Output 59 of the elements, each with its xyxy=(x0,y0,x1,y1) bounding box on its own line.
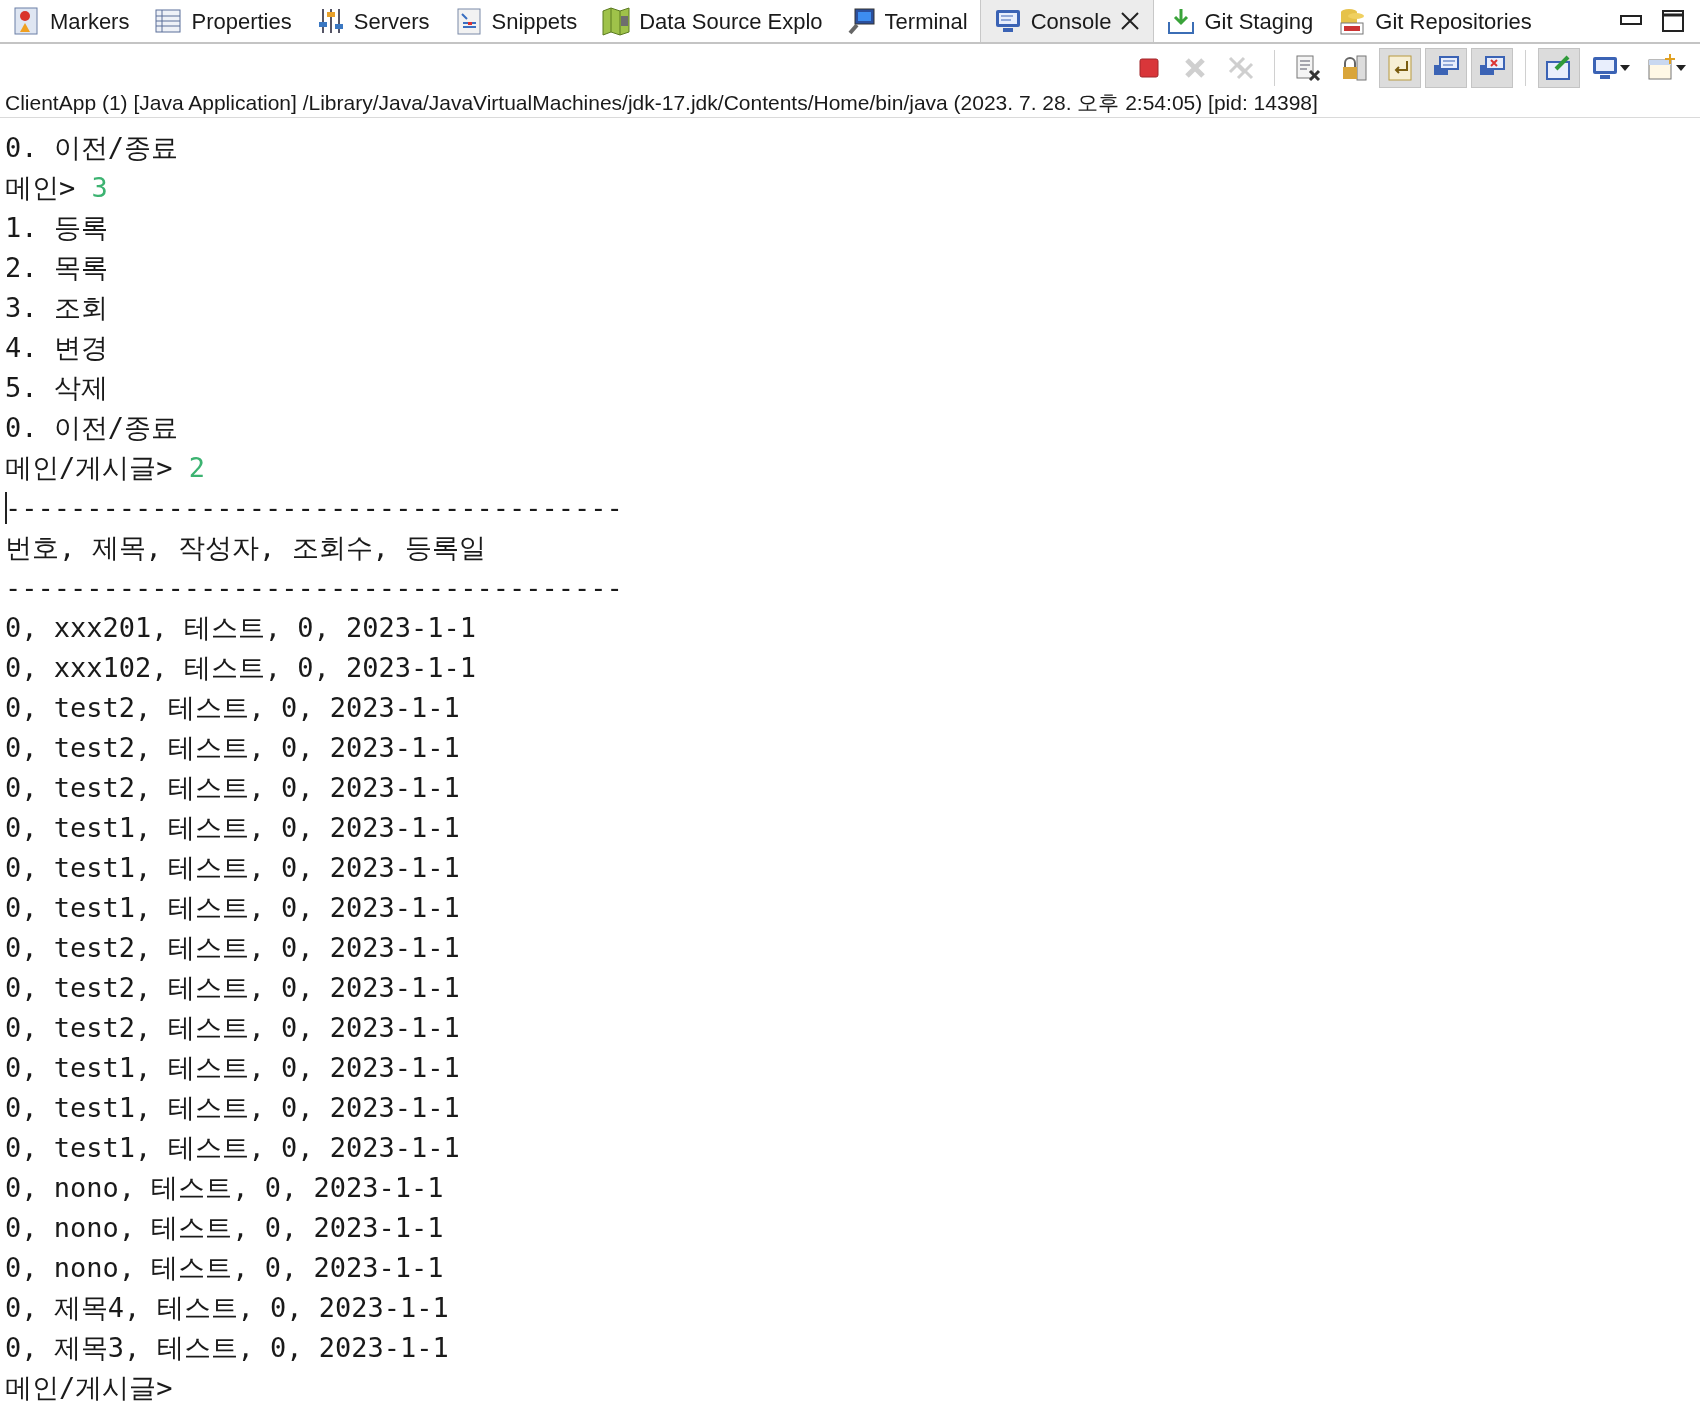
console-line: 0, test1, 테스트, 0, 2023-1-1 xyxy=(5,850,460,885)
console-line: 0, test1, 테스트, 0, 2023-1-1 xyxy=(5,890,460,925)
console-line: 0, test1, 테스트, 0, 2023-1-1 xyxy=(5,1130,460,1165)
view-tab[interactable]: Properties xyxy=(141,0,304,42)
console-line: 번호, 제목, 작성자, 조회수, 등록일 xyxy=(5,530,487,565)
show-stderr-button[interactable] xyxy=(1471,48,1513,88)
table-icon xyxy=(153,6,184,36)
console-line: 0, test1, 테스트, 0, 2023-1-1 xyxy=(5,1050,460,1085)
console-line: 4. 변경 xyxy=(5,330,108,365)
close-icon[interactable] xyxy=(1119,10,1142,32)
console-line: 0, test2, 테스트, 0, 2023-1-1 xyxy=(5,970,460,1005)
view-tab[interactable]: Data Source Explo xyxy=(589,0,835,42)
console-line: 3. 조회 xyxy=(5,290,108,325)
view-tab[interactable]: Markers xyxy=(0,0,142,42)
console-line: 메인/게시글> xyxy=(5,1370,173,1405)
pin-console-button[interactable] xyxy=(1538,48,1580,88)
view-tab[interactable]: Git Staging xyxy=(1154,0,1326,42)
maximize-icon[interactable] xyxy=(1662,10,1684,32)
caret-icon xyxy=(1676,64,1686,72)
console-line: 0, 제목4, 테스트, 0, 2023-1-1 xyxy=(5,1290,449,1325)
console-line: 메인/게시글> xyxy=(5,450,174,485)
view-tab[interactable]: Snippets xyxy=(441,0,590,42)
console-line: 5. 삭제 xyxy=(5,370,108,405)
console-line: 0, xxx201, 테스트, 0, 2023-1-1 xyxy=(5,610,477,645)
process-label: ClientApp (1) [Java Application] /Library/Java/JavaVirtualMachines/jdk-17.jdk/Contents/Home/bin/java (2023. 7. 28. 오후 2:54:05) [pid: 14398] xyxy=(4,89,1318,116)
console-line: 2. 목록 xyxy=(5,250,108,285)
console-line: -------------------------------------- xyxy=(5,490,623,525)
console-line: 0, 제목3, 테스트, 0, 2023-1-1 xyxy=(5,1330,449,1365)
map-icon xyxy=(601,6,632,36)
console-line: 메인> xyxy=(5,170,77,205)
console-line: 0, test2, 테스트, 0, 2023-1-1 xyxy=(5,770,460,805)
console-line: 0, test2, 테스트, 0, 2023-1-1 xyxy=(5,1010,460,1045)
user-input-text: 3 xyxy=(91,170,108,205)
view-tab[interactable]: Console xyxy=(979,0,1155,42)
console-line: 0, test1, 테스트, 0, 2023-1-1 xyxy=(5,810,460,845)
monitor-icon xyxy=(846,6,877,36)
console-line: 0, nono, 테스트, 0, 2023-1-1 xyxy=(5,1250,444,1285)
word-wrap-button[interactable] xyxy=(1379,48,1421,88)
console-line: 0, nono, 테스트, 0, 2023-1-1 xyxy=(5,1210,444,1245)
console-line: 0, xxx102, 테스트, 0, 2023-1-1 xyxy=(5,650,477,685)
console-line: 1. 등록 xyxy=(5,210,108,245)
caret-icon xyxy=(1620,64,1630,72)
console-line: 0, test2, 테스트, 0, 2023-1-1 xyxy=(5,930,460,965)
show-stdout-button[interactable] xyxy=(1425,48,1467,88)
console-line: -------------------------------------- xyxy=(5,570,623,605)
console-line: 0, test1, 테스트, 0, 2023-1-1 xyxy=(5,1090,460,1125)
window-plus-icon xyxy=(1646,53,1676,83)
console-line: 0, test2, 테스트, 0, 2023-1-1 xyxy=(5,690,460,725)
console-line: 0. 이전/종료 xyxy=(5,410,179,445)
inbox-download-icon xyxy=(1166,6,1197,36)
view-tab[interactable]: Terminal xyxy=(834,0,980,42)
console-line: 0, test2, 테스트, 0, 2023-1-1 xyxy=(5,730,460,765)
document-x-icon xyxy=(1293,53,1323,83)
minimize-icon[interactable] xyxy=(1620,15,1642,27)
console-line: 0, nono, 테스트, 0, 2023-1-1 xyxy=(5,1170,444,1205)
user-input-text: 2 xyxy=(188,450,206,485)
view-tab[interactable]: Git Repositories xyxy=(1325,0,1544,42)
console-line: 0. 이전/종료 xyxy=(5,130,179,165)
view-tab[interactable]: Servers xyxy=(303,0,442,42)
